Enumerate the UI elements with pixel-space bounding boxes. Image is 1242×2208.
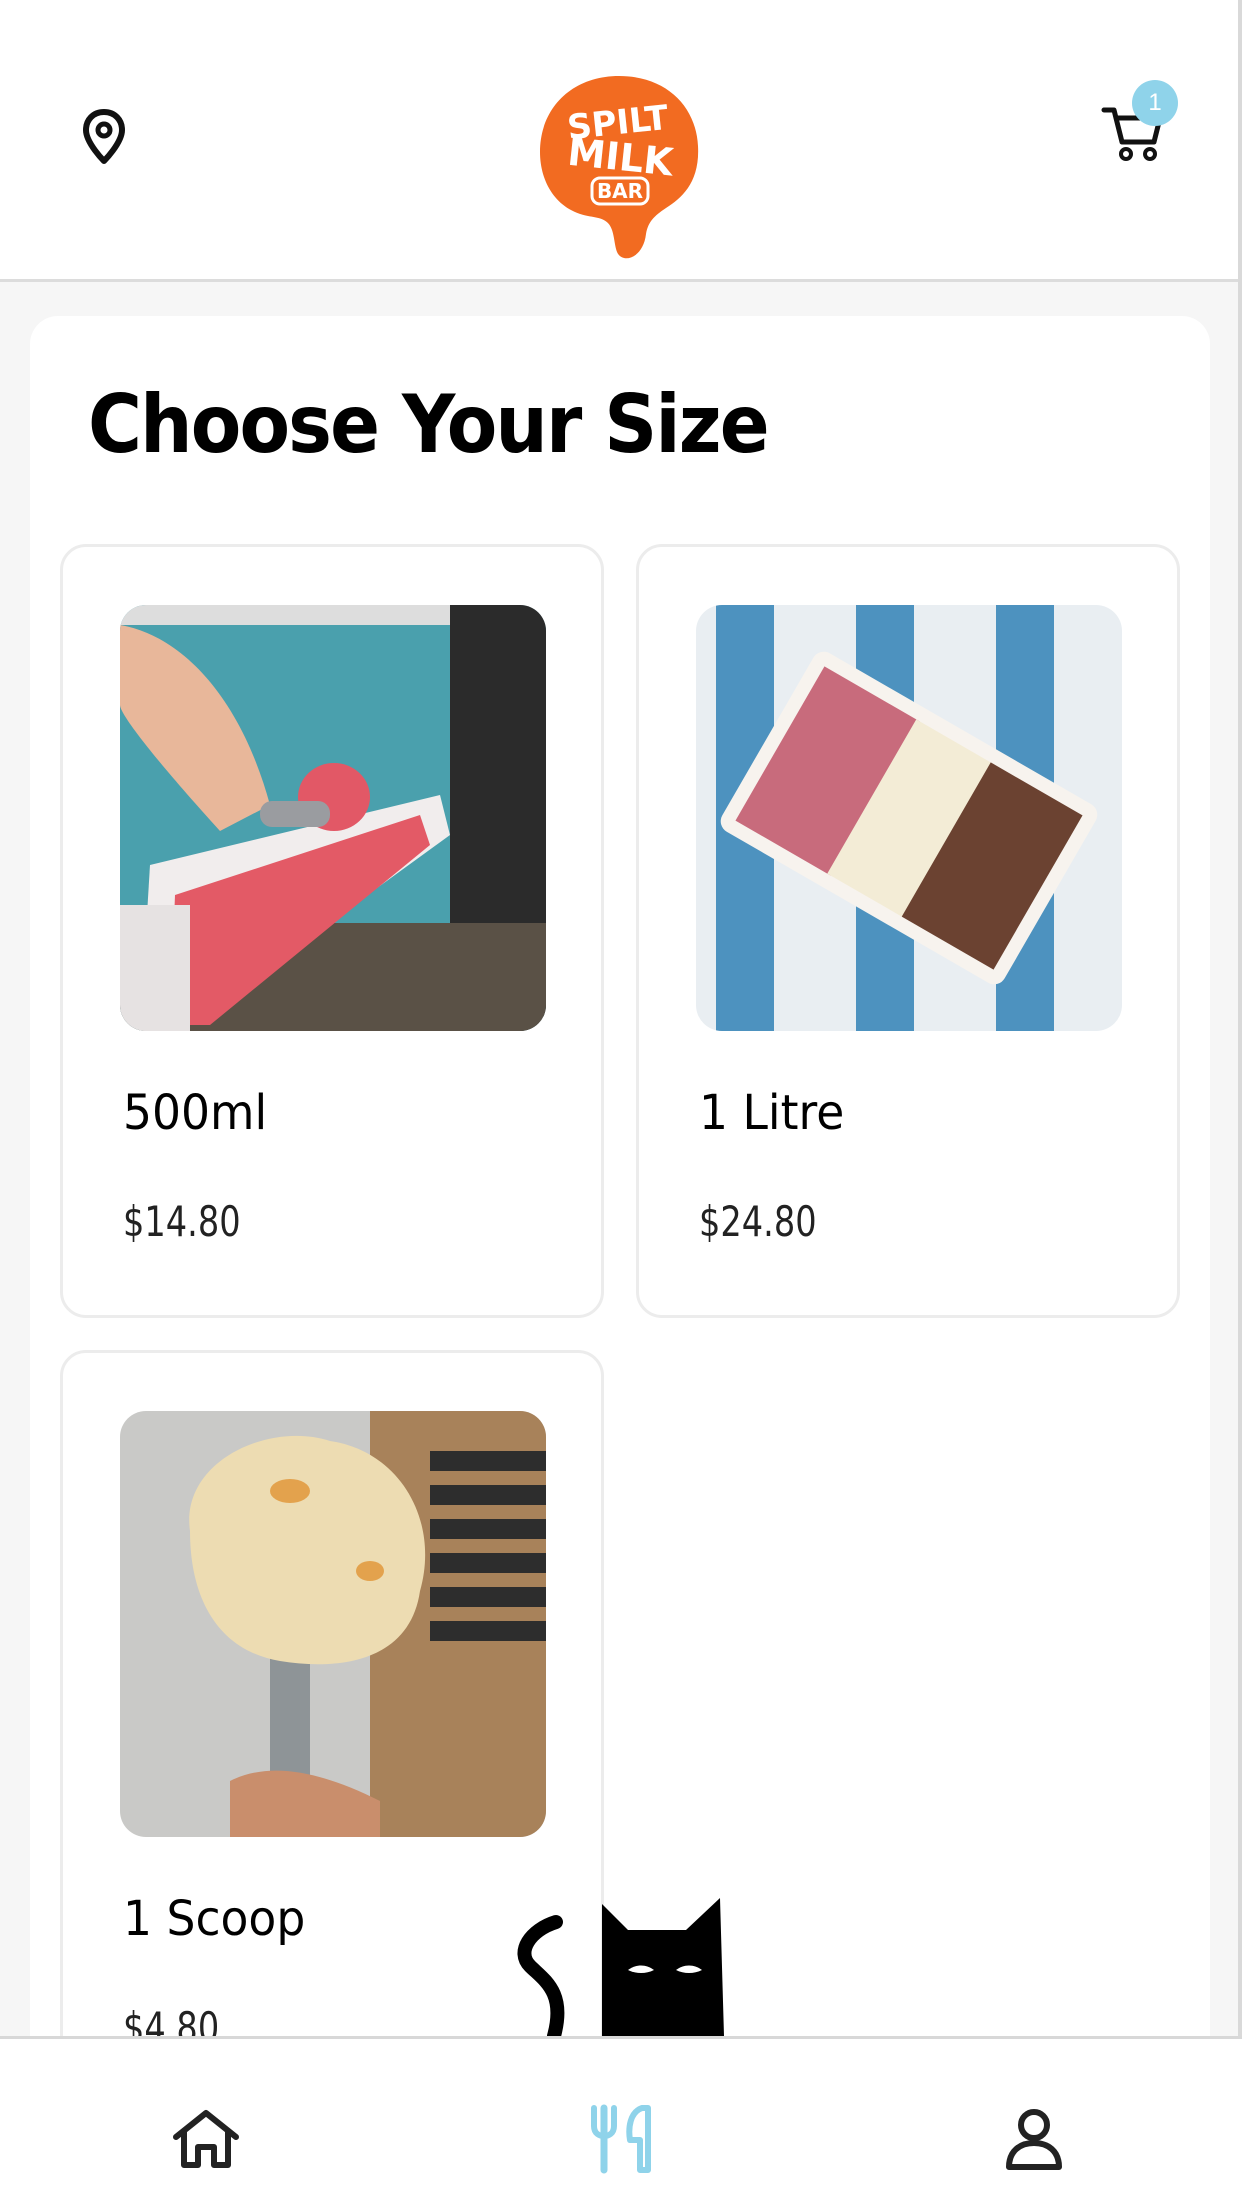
brand-logo[interactable]: SPILT MILK BAR [536, 72, 702, 262]
size-card-1-litre[interactable]: 1 Litre $24.80 [636, 544, 1180, 1318]
product-image [120, 605, 546, 1031]
size-price: $24.80 [699, 1197, 817, 1246]
product-image [696, 605, 1122, 1031]
app-root: SPILT MILK BAR 1 Choose Your Size 500ml … [0, 0, 1242, 2208]
user-icon [1006, 2109, 1062, 2170]
nav-menu[interactable] [582, 2099, 662, 2179]
app-header: SPILT MILK BAR 1 [0, 0, 1238, 282]
cart-count-badge: 1 [1132, 80, 1178, 126]
nav-home[interactable] [166, 2099, 246, 2179]
size-name: 500ml [123, 1085, 268, 1141]
svg-text:BAR: BAR [597, 179, 643, 203]
spilt-milk-logo-icon: SPILT MILK BAR [540, 76, 699, 259]
product-image [120, 1411, 546, 1837]
nav-profile[interactable] [994, 2099, 1074, 2179]
size-name: 1 Litre [699, 1085, 845, 1141]
size-price: $14.80 [123, 1197, 241, 1246]
cat-mascot-icon [510, 1894, 730, 2043]
location-pin-icon [83, 109, 125, 164]
bottom-navigation [0, 2036, 1242, 2208]
size-name: 1 Scoop [123, 1891, 306, 1947]
scrollbar-edge [1238, 0, 1242, 2208]
size-card-500ml[interactable]: 500ml $14.80 [60, 544, 604, 1318]
page-title: Choose Your Size [88, 378, 770, 471]
home-icon [173, 2110, 239, 2168]
utensils-icon [591, 2104, 651, 2174]
location-button[interactable] [76, 104, 132, 170]
